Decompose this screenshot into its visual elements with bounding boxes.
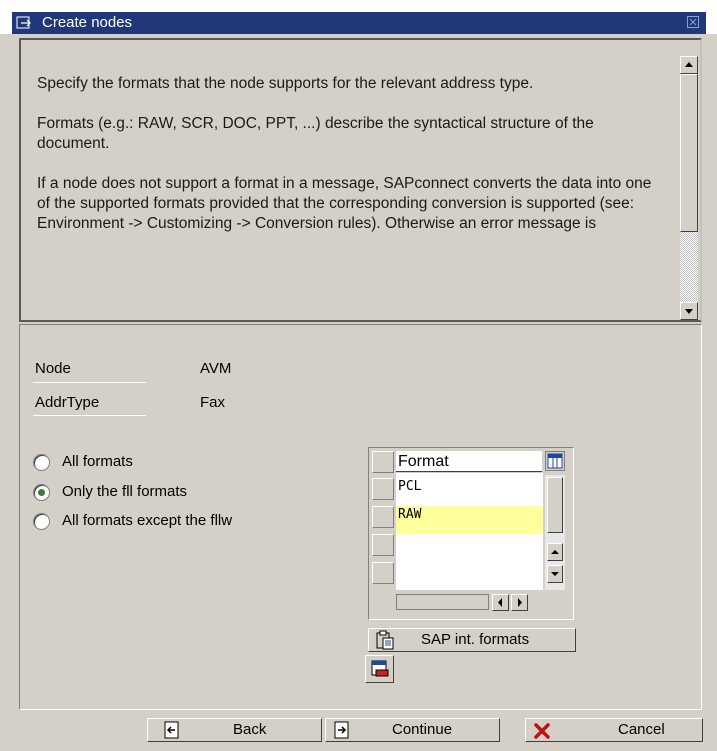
continue-button[interactable]: Continue — [325, 718, 500, 742]
arrow-up-icon — [551, 550, 559, 554]
scroll-thumb[interactable] — [680, 74, 698, 232]
table-scroll-down-button[interactable] — [547, 565, 563, 583]
node-label: Node — [35, 360, 71, 377]
arrow-down-icon — [551, 572, 559, 576]
arrow-down-icon — [685, 309, 693, 314]
help-paragraph: If a node does not support a format in a… — [37, 175, 652, 232]
back-label: Back — [233, 721, 267, 738]
table-scroll-right-button[interactable] — [511, 594, 528, 611]
arrow-left-icon — [498, 598, 502, 607]
addrtype-label: AddrType — [35, 394, 100, 411]
delete-row-button[interactable] — [365, 655, 394, 683]
radio-all-except-following[interactable] — [33, 513, 50, 530]
cancel-label: Cancel — [618, 721, 665, 738]
label-underline — [33, 415, 146, 416]
row-selector[interactable] — [372, 506, 394, 528]
table-scroll-left-button[interactable] — [492, 594, 509, 611]
radio-only-following-formats[interactable] — [33, 484, 50, 501]
continue-icon — [332, 720, 350, 739]
radio-label-all-formats[interactable]: All formats — [62, 453, 133, 470]
help-paragraph: Formats (e.g.: RAW, SCR, DOC, PPT, ...) … — [37, 115, 594, 152]
table-row[interactable]: PCL — [396, 478, 543, 506]
radio-all-formats[interactable] — [33, 454, 50, 471]
radio-label-all-except[interactable]: All formats except the fllw — [62, 512, 232, 529]
help-scrollbar[interactable] — [680, 56, 698, 320]
delete-row-icon — [370, 659, 389, 677]
back-button[interactable]: Back — [147, 718, 322, 742]
clipboard-icon — [375, 630, 394, 650]
row-selector[interactable] — [372, 562, 394, 584]
select-all-button[interactable] — [372, 451, 394, 473]
row-selector[interactable] — [372, 478, 394, 500]
column-header-format[interactable]: Format — [396, 451, 542, 472]
addrtype-value: Fax — [200, 394, 226, 411]
scroll-track[interactable] — [680, 232, 698, 302]
table-hscroll-track[interactable] — [396, 594, 489, 610]
table-scroll-thumb[interactable] — [547, 477, 563, 533]
label-underline — [33, 382, 146, 383]
radio-label-only-following[interactable]: Only the fll formats — [62, 483, 187, 500]
table-horizontal-scrollbar[interactable] — [396, 592, 564, 612]
cancel-x-icon — [532, 721, 550, 739]
format-table: Format PCL RAW — [368, 447, 574, 620]
help-paragraph: Specify the formats that the node suppor… — [37, 75, 534, 92]
table-settings-icon[interactable] — [545, 451, 565, 471]
cancel-button[interactable]: Cancel — [525, 718, 703, 742]
table-scroll-up-button[interactable] — [547, 543, 563, 561]
sap-internal-formats-button[interactable]: SAP int. formats — [368, 628, 576, 652]
continue-label: Continue — [392, 721, 453, 738]
window-title: Create nodes — [42, 14, 133, 31]
sap-formats-label: SAP int. formats — [421, 631, 530, 648]
title-bar: Create nodes — [0, 0, 717, 34]
close-icon[interactable] — [687, 16, 699, 28]
table-vertical-scrollbar[interactable] — [545, 475, 565, 590]
back-icon — [162, 720, 180, 739]
node-value: AVM — [200, 360, 232, 377]
scroll-up-button[interactable] — [680, 56, 698, 74]
scroll-down-button[interactable] — [680, 302, 698, 320]
table-row-highlighted[interactable]: RAW — [396, 506, 543, 534]
arrow-up-icon — [685, 62, 693, 67]
row-selector[interactable] — [372, 534, 394, 556]
help-text: Specify the formats that the node suppor… — [37, 74, 655, 254]
help-text-box: Specify the formats that the node suppor… — [19, 38, 702, 322]
window-icon — [16, 15, 32, 31]
arrow-right-icon — [518, 598, 522, 607]
